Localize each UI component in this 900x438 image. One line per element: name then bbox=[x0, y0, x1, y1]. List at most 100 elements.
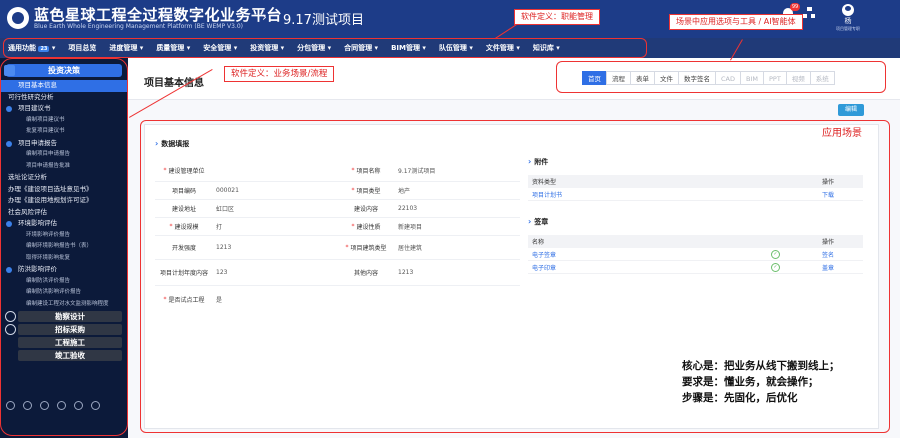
signatures-header: 名称 操作 bbox=[528, 235, 863, 248]
sidebar-section-procurement[interactable]: 招标采购 bbox=[5, 324, 122, 335]
stamp-link[interactable]: 盖章 bbox=[793, 263, 863, 272]
sidebar-subitem[interactable]: 编制项目建议书 bbox=[0, 115, 128, 127]
sidebar-header-investment[interactable]: 投资决策 bbox=[4, 64, 122, 77]
sidebar-item[interactable]: 办理《建设项目选址意见书》 bbox=[0, 184, 128, 196]
tab-flow[interactable]: 流程 bbox=[606, 71, 631, 85]
tab-home[interactable]: 首页 bbox=[582, 71, 607, 85]
field-value[interactable]: 9.17测试项目 bbox=[395, 160, 519, 181]
tool-icon[interactable] bbox=[74, 401, 83, 410]
sidebar-item[interactable]: 社会风险评估 bbox=[0, 207, 128, 219]
seal-name[interactable]: 电子印章 bbox=[528, 263, 758, 272]
menu-schedule[interactable]: 进度管理 ▾ bbox=[109, 43, 143, 53]
field-value[interactable]: 居住建筑 bbox=[395, 236, 519, 259]
sidebar-item[interactable]: 办理《建设用地规划许可证》 bbox=[0, 195, 128, 207]
core-statement: 核心是：把业务从线下搬到线上； 要求是：懂业务，就会操作； 步骤是：先固化，后优… bbox=[682, 360, 840, 404]
signature-name[interactable]: 电子签章 bbox=[528, 250, 758, 259]
tab-video[interactable]: 视频 bbox=[785, 71, 811, 85]
tab-files[interactable]: 文件 bbox=[654, 71, 679, 85]
menu-contract[interactable]: 合同管理 ▾ bbox=[344, 43, 378, 53]
user-name: 杨 bbox=[844, 17, 852, 25]
tab-form[interactable]: 表单 bbox=[630, 71, 655, 85]
sidebar-section-design[interactable]: 勘察设计 bbox=[5, 311, 122, 322]
sidebar-item-basic-info[interactable]: 项目基本信息 bbox=[0, 80, 128, 92]
sidebar-section-construction[interactable]: 工程施工 bbox=[18, 337, 122, 348]
sidebar-group[interactable]: 环境影响评估 bbox=[0, 218, 128, 230]
form-row: 项目计划年度内容 123 其他内容 1213 bbox=[155, 260, 520, 286]
edit-button[interactable]: 编辑 bbox=[838, 104, 864, 116]
tool-icon[interactable] bbox=[40, 401, 49, 410]
tab-bim[interactable]: BIM bbox=[740, 71, 764, 85]
section-title-data-entry: 数据填报 bbox=[155, 139, 189, 149]
menu-files[interactable]: 文件管理 ▾ bbox=[486, 43, 520, 53]
sidebar-subitem[interactable]: 编制防洪影响评价报告 bbox=[0, 287, 128, 299]
field-value[interactable] bbox=[213, 160, 337, 181]
sidebar-item[interactable]: 可行性研究分析 bbox=[0, 92, 128, 104]
sign-link[interactable]: 签名 bbox=[793, 250, 863, 259]
ring-icon bbox=[5, 311, 16, 322]
field-value[interactable]: 1213 bbox=[395, 260, 519, 285]
tool-icon[interactable] bbox=[6, 401, 15, 410]
sidebar-group[interactable]: 项目建议书 bbox=[0, 103, 128, 115]
field-value[interactable]: 打 bbox=[213, 218, 337, 235]
field-value[interactable]: 1213 bbox=[213, 236, 337, 259]
field-label: 项目编码 bbox=[171, 188, 196, 195]
project-title[interactable]: 9.17测试项目 bbox=[283, 9, 364, 28]
sidebar-subitem[interactable]: 批复项目建议书 bbox=[0, 126, 128, 138]
field-value[interactable]: 22103 bbox=[395, 200, 519, 217]
sidebar-subitem[interactable]: 编制环境影响报告书（表） bbox=[0, 241, 128, 253]
table-row: 项目计划书 下载 bbox=[528, 188, 863, 201]
form-row: 建设地址 虹口区 建设内容 22103 bbox=[155, 200, 520, 218]
form-row: * 建设管理单位 * 项目名称 9.17测试项目 bbox=[155, 160, 520, 182]
download-link[interactable]: 下载 bbox=[793, 190, 863, 199]
sidebar-subitem[interactable]: 编制建设工程对水文监测影响程度 bbox=[0, 299, 128, 311]
menu-bim[interactable]: BIM管理 ▾ bbox=[391, 43, 426, 53]
sidebar-section-acceptance[interactable]: 竣工验收 bbox=[18, 350, 122, 361]
sidebar-group[interactable]: 项目申请报告 bbox=[0, 138, 128, 150]
org-chart-icon[interactable] bbox=[802, 7, 816, 19]
menu-subcontract[interactable]: 分包管理 ▾ bbox=[297, 43, 331, 53]
sidebar-item[interactable]: 选址论证分析 bbox=[0, 172, 128, 184]
tool-icon[interactable] bbox=[57, 401, 66, 410]
sidebar-subitem[interactable]: 项目申请报告批准 bbox=[0, 161, 128, 173]
menu-team[interactable]: 队伍管理 ▾ bbox=[439, 43, 473, 53]
sidebar-group[interactable]: 防洪影响评价 bbox=[0, 264, 128, 276]
user-menu[interactable]: 杨 项目管理专职 bbox=[836, 4, 860, 32]
table-row: 电子印章 ✓ 盖章 bbox=[528, 261, 863, 274]
section-title-signatures: 签章 bbox=[528, 217, 863, 227]
sidebar-toolbar bbox=[6, 401, 100, 410]
attachment-name[interactable]: 项目计划书 bbox=[528, 190, 758, 199]
scene-tool-tabs: 首页 流程 表单 文件 数字签名 CAD BIM PPT 视频 系统 bbox=[582, 71, 835, 85]
tab-signature[interactable]: 数字签名 bbox=[678, 71, 716, 85]
menu-investment[interactable]: 投资管理 ▾ bbox=[250, 43, 284, 53]
section-title-attachments: 附件 bbox=[528, 157, 863, 167]
tool-icon[interactable] bbox=[91, 401, 100, 410]
tool-icon[interactable] bbox=[23, 401, 32, 410]
sidebar-subitem[interactable]: 编制防洪评价报告 bbox=[0, 276, 128, 288]
tab-ppt[interactable]: PPT bbox=[762, 71, 787, 85]
attachments-section: 附件 资料类型 操作 项目计划书 下载 签章 名称 操作 电子签章 ✓ 签名 bbox=[528, 157, 863, 274]
basic-info-form: * 建设管理单位 * 项目名称 9.17测试项目 项目编码 000021 * 项目类型… bbox=[155, 160, 520, 312]
app-title: 蓝色星球工程全过程数字化业务平台 bbox=[34, 6, 283, 24]
field-label: 项目计划年度内容 bbox=[159, 270, 208, 277]
field-label: 建设内容 bbox=[353, 206, 378, 213]
field-value[interactable]: 虹口区 bbox=[213, 200, 337, 217]
field-value[interactable]: 地产 bbox=[395, 182, 519, 199]
sidebar-subitem[interactable]: 编制项目申请报告 bbox=[0, 149, 128, 161]
menu-general[interactable]: 通用功能 23 ▾ bbox=[8, 43, 55, 53]
field-value[interactable]: 是 bbox=[213, 286, 337, 312]
field-value[interactable]: 123 bbox=[213, 260, 337, 285]
menu-safety[interactable]: 安全管理 ▾ bbox=[203, 43, 237, 53]
form-row: * 建设规模 打 * 建设性质 新建项目 bbox=[155, 218, 520, 236]
sidebar: 投资决策 项目基本信息 可行性研究分析 项目建议书 编制项目建议书 批复项目建议… bbox=[0, 58, 128, 438]
field-value[interactable]: 000021 bbox=[213, 182, 337, 199]
tab-cad[interactable]: CAD bbox=[715, 71, 741, 85]
menu-quality[interactable]: 质量管理 ▾ bbox=[156, 43, 190, 53]
tab-system[interactable]: 系统 bbox=[809, 71, 835, 85]
sidebar-subitem[interactable]: 取得环境影响批复 bbox=[0, 253, 128, 265]
menu-overview[interactable]: 项目总览 bbox=[68, 43, 96, 53]
menu-knowledge[interactable]: 知识库 ▾ bbox=[533, 43, 560, 53]
app-subtitle: Blue Earth Whole Engineering Management … bbox=[34, 23, 243, 30]
sidebar-subitem[interactable]: 环境影响评价报告 bbox=[0, 230, 128, 242]
field-label: * 项目类型 bbox=[351, 187, 381, 195]
field-value[interactable]: 新建项目 bbox=[395, 218, 519, 235]
